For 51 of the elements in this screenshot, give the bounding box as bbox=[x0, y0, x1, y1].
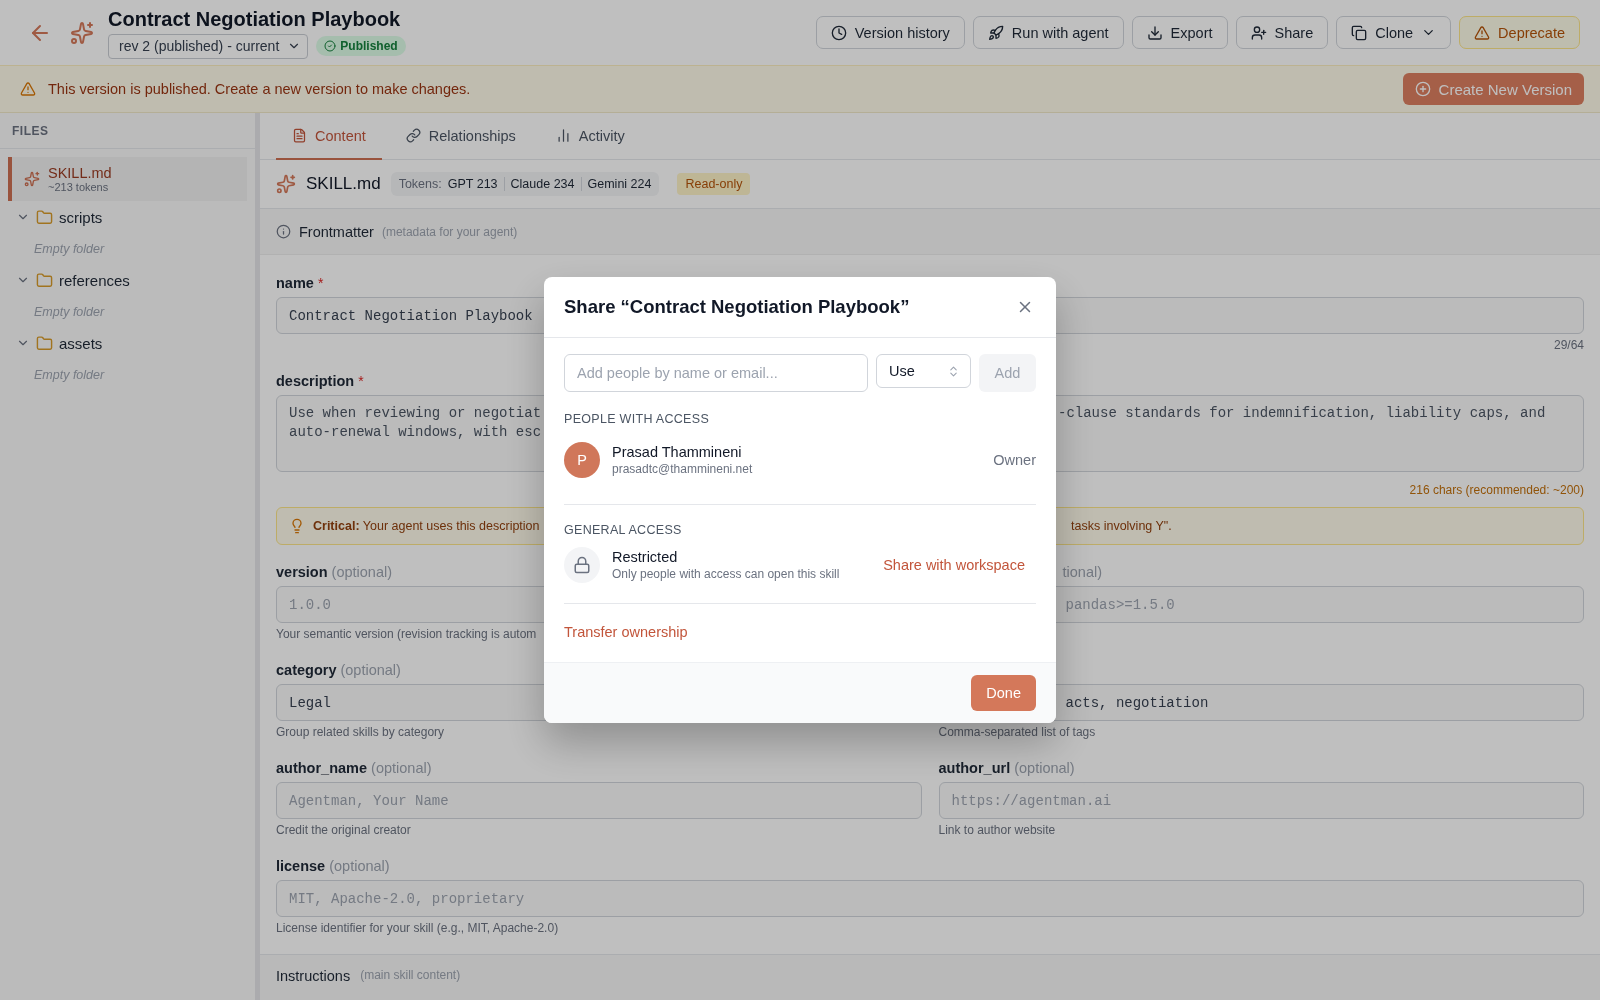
help-text: Credit the original creator bbox=[276, 823, 411, 839]
file-title: SKILL.md bbox=[306, 174, 381, 194]
status-badge: Published bbox=[316, 36, 406, 56]
page-title: Contract Negotiation Playbook bbox=[108, 6, 402, 31]
section-hint: (metadata for your agent) bbox=[381, 224, 518, 239]
help-text: Comma-separated list of tags bbox=[938, 725, 1096, 741]
person-email: prasadtc@thammineni.net bbox=[612, 462, 753, 476]
access-level: Restricted bbox=[612, 549, 679, 565]
field-label: name bbox=[276, 275, 314, 291]
help-text: Link to author website bbox=[938, 823, 1056, 839]
token-chip: Tokens: GPT 213 Claude 234 Gemini 224 bbox=[390, 172, 660, 196]
person-role: Owner bbox=[993, 452, 1036, 468]
field-label: author_url bbox=[938, 760, 1011, 776]
char-counter: 29/64 bbox=[1553, 338, 1584, 354]
empty-folder-note: Empty folder bbox=[33, 240, 106, 258]
access-description: Only people with access can open this skill bbox=[612, 567, 840, 581]
section-label: GENERAL ACCESS bbox=[564, 523, 683, 537]
char-counter: 216 chars (recommended: ~200) bbox=[1409, 483, 1584, 499]
help-text: Group related skills by category bbox=[276, 725, 445, 741]
field-label: version bbox=[276, 564, 328, 580]
folder-name: assets bbox=[59, 334, 103, 352]
optional-hint: (optional) bbox=[1014, 760, 1075, 776]
person-name: Prasad Thammineni bbox=[612, 444, 743, 460]
empty-folder-note: Empty folder bbox=[33, 303, 106, 321]
read-only-badge: Read-only bbox=[677, 173, 751, 195]
optional-hint: (optional) bbox=[371, 760, 432, 776]
field-label: author_name bbox=[276, 760, 368, 776]
required-mark: * bbox=[358, 373, 364, 389]
optional-hint: (optional) bbox=[340, 662, 401, 678]
section-label: PEOPLE WITH ACCESS bbox=[564, 412, 711, 426]
field-label: tional) bbox=[1062, 564, 1102, 580]
folder-name: scripts bbox=[59, 208, 103, 226]
empty-folder-note: Empty folder bbox=[33, 366, 106, 384]
field-label: category bbox=[276, 662, 337, 678]
section-hint: (main skill content) bbox=[360, 968, 461, 982]
help-text: Your semantic version (revision tracking is autom bbox=[276, 627, 537, 643]
banner-message: This version is published. Create a new version to make changes. bbox=[48, 81, 471, 97]
optional-hint: (optional) bbox=[331, 564, 393, 580]
file-name: SKILL.md bbox=[48, 164, 112, 181]
token-count: ~213 tokens bbox=[48, 180, 110, 194]
dialog-title: Share “Contract Negotiation Playbook” bbox=[564, 296, 910, 318]
help-text: License identifier for your skill (e.g., MIT, Apache-2.0) bbox=[276, 921, 559, 937]
folder-name: references bbox=[59, 271, 130, 289]
avatar: P bbox=[564, 442, 600, 478]
field-label: license bbox=[276, 858, 326, 874]
section-title: Instructions bbox=[276, 968, 351, 984]
sidebar-heading: FILES bbox=[12, 123, 49, 138]
field-label: description bbox=[276, 373, 355, 389]
optional-hint: (optional) bbox=[329, 858, 390, 874]
required-mark: * bbox=[317, 275, 324, 291]
section-title: Frontmatter bbox=[299, 223, 374, 240]
